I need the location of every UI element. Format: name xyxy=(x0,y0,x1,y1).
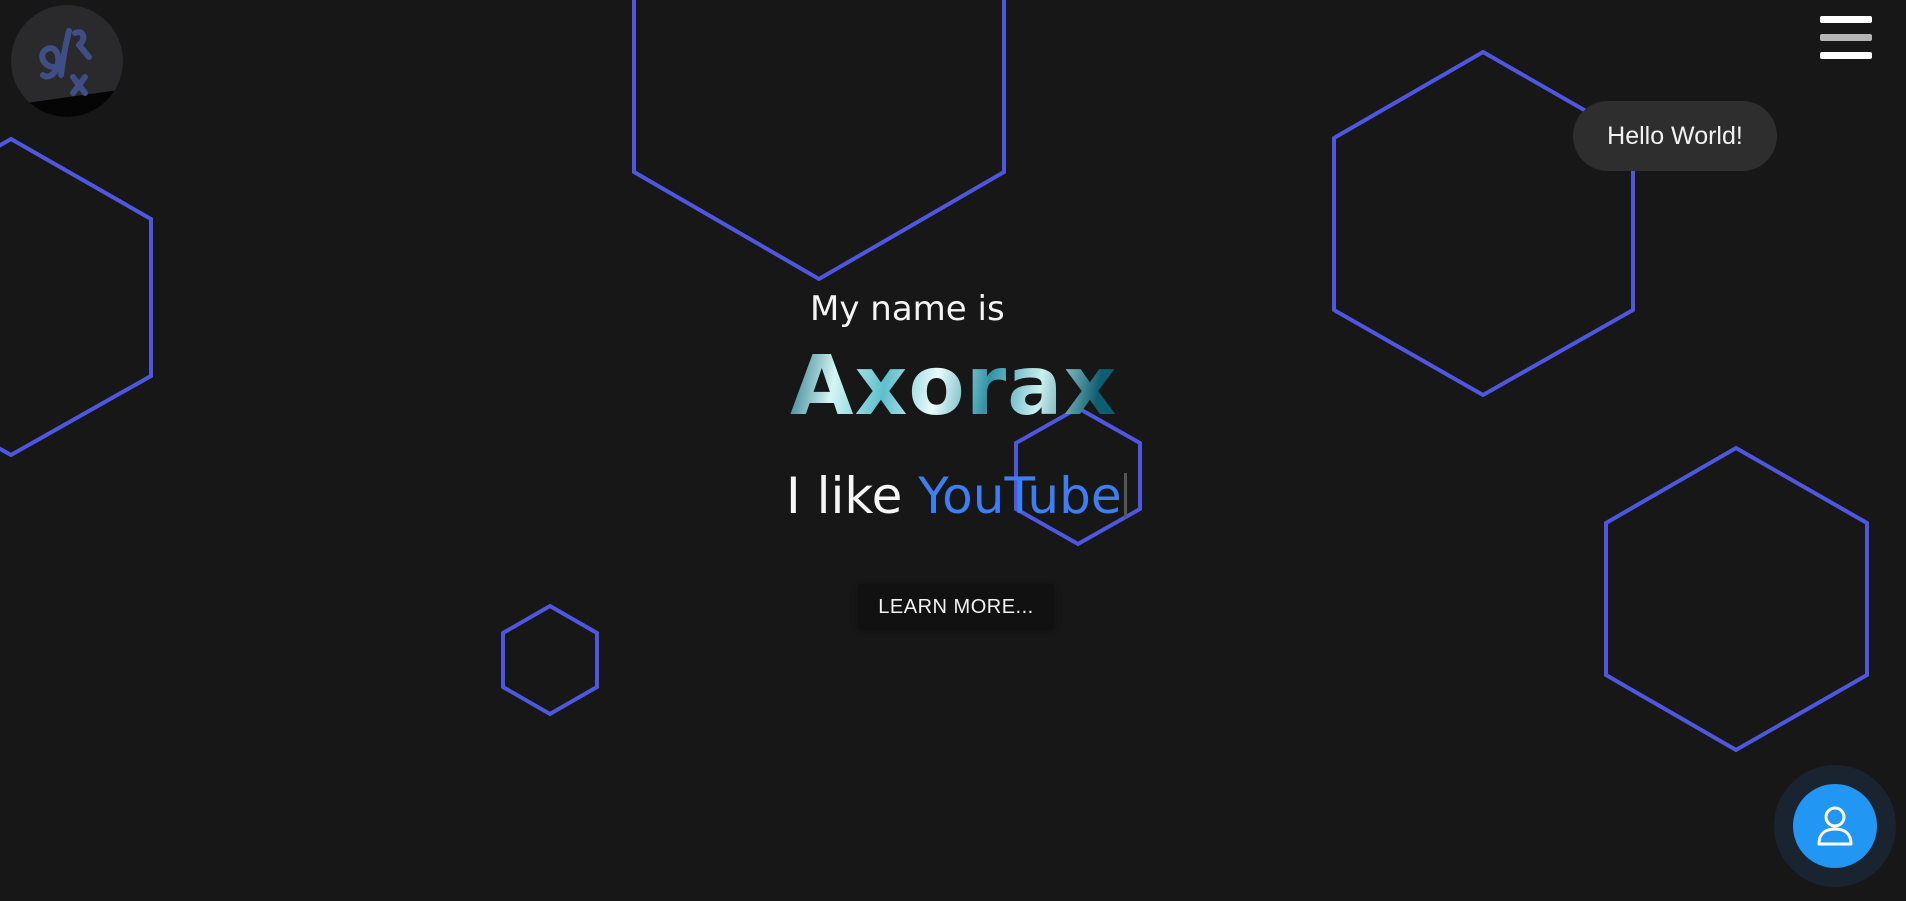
tagline: I like YouTube xyxy=(786,464,1127,528)
menu-bar xyxy=(1820,52,1872,59)
hamburger-menu-icon[interactable] xyxy=(1818,14,1874,64)
learn-more-button[interactable]: LEARN MORE... xyxy=(858,584,1054,628)
hexagon-decoration xyxy=(1332,49,1635,398)
hero-name: Axorax xyxy=(790,332,1117,442)
hexagon-decoration xyxy=(501,603,599,717)
user-icon xyxy=(1817,806,1853,846)
tagline-highlight: YouTube xyxy=(918,467,1122,525)
hexagon-decoration xyxy=(1604,445,1869,753)
logo-glyph-icon xyxy=(39,28,92,96)
typing-cursor xyxy=(1123,473,1127,517)
page: Hello World! My name is Axorax I like Yo… xyxy=(0,0,1906,901)
menu-bar xyxy=(1820,34,1872,41)
hexagon-decoration xyxy=(0,136,153,458)
intro-text: My name is xyxy=(810,289,1005,329)
tagline-prefix: I like xyxy=(786,467,919,525)
hexagon-decoration xyxy=(632,0,1006,282)
hello-toast: Hello World! xyxy=(1573,101,1777,171)
profile-button[interactable] xyxy=(1793,784,1877,868)
site-logo[interactable] xyxy=(11,5,123,117)
menu-bar xyxy=(1820,16,1872,23)
